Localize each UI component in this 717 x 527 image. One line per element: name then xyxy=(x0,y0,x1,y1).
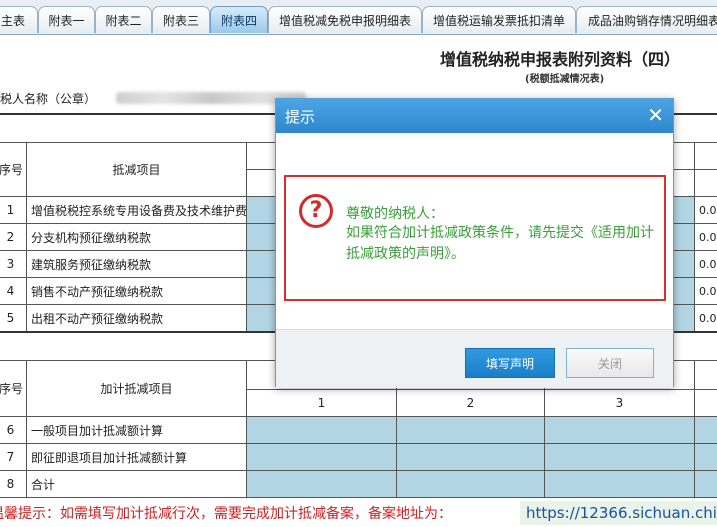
fill-declaration-button[interactable]: 填写声明 xyxy=(465,348,555,378)
tab-annex-2[interactable]: 附表二 xyxy=(95,6,152,33)
prompt-dialog: 提示 ✕ ? 尊敬的纳税人： 如果符合加计抵减政策条件，请先提交《适用加计抵减政… xyxy=(275,98,674,388)
table-row: 6 一般项目加计抵减额计算 xyxy=(0,416,717,444)
tab-oil-purchase-sales[interactable]: 成品油购销存情况明细表 xyxy=(576,6,717,33)
dialog-footer: 填写声明 关闭 xyxy=(276,329,673,388)
close-icon[interactable]: ✕ xyxy=(647,104,664,126)
dialog-title: 提示 xyxy=(285,107,316,126)
tab-bar: 主表 附表一 附表二 附表三 附表四 增值税减免税申报明细表 增值税运输发票抵扣… xyxy=(0,0,717,35)
row-seq: 3 xyxy=(0,250,27,278)
row-item: 分支机构预征缴纳税款 xyxy=(26,223,247,251)
row-seq: 5 xyxy=(0,304,27,332)
row-seq: 7 xyxy=(0,443,27,471)
taxpayer-name-label: 纳税人名称（公章） xyxy=(0,92,97,106)
message-text: 如果符合加计抵减政策条件，请先提交《适用加计抵减政策的声明》。 xyxy=(346,225,654,262)
tab-annex-1[interactable]: 附表一 xyxy=(38,6,95,33)
header-additional-item: 加计抵减项目 xyxy=(26,360,247,417)
message-greeting: 尊敬的纳税人： xyxy=(346,206,444,222)
row-item: 建筑服务预征缴纳税款 xyxy=(26,250,247,278)
row-value: 0.00 xyxy=(694,250,717,278)
column-number: 2 xyxy=(396,389,545,417)
row-item: 一般项目加计抵减额计算 xyxy=(26,416,247,444)
document-subtitle: (税额抵减情况表) xyxy=(525,74,605,85)
document-title: 增值税纳税申报表附列资料（四） xyxy=(440,50,681,69)
header-deduction-item: 抵减项目 xyxy=(26,142,247,197)
column-number: 1 xyxy=(246,389,397,417)
question-icon: ? xyxy=(299,194,333,228)
close-button[interactable]: 关闭 xyxy=(566,348,654,378)
row-item: 合计 xyxy=(26,470,247,498)
row-value: 0.00 xyxy=(694,277,717,305)
table-row: 7 即征即退项目加计抵减额计算 xyxy=(0,443,717,471)
row-seq: 2 xyxy=(0,223,27,251)
table-row: 8 合计 xyxy=(0,470,717,498)
row-seq: 4 xyxy=(0,277,27,305)
filing-notice: 温馨提示：如需填写加计抵减行次，需要完成加计抵减备案，备案地址为： xyxy=(0,506,452,522)
row-item: 出租不动产预征缴纳税款 xyxy=(26,304,247,332)
header-seq: 序号 xyxy=(0,142,27,197)
header-seq: 序号 xyxy=(0,360,27,417)
row-value: 0.00 xyxy=(694,304,717,332)
row-item: 销售不动产预征缴纳税款 xyxy=(26,277,247,305)
row-value: 0.00 xyxy=(694,196,717,224)
dialog-header: 提示 ✕ xyxy=(276,99,673,133)
column-number: 3 xyxy=(544,389,695,417)
row-seq: 1 xyxy=(0,196,27,224)
tab-vat-reduction-detail[interactable]: 增值税减免税申报明细表 xyxy=(268,6,422,33)
row-item: 增值税税控系统专用设备费及技术维护费 xyxy=(26,196,247,224)
tab-annex-4[interactable]: 附表四 xyxy=(210,6,268,33)
message-box: ? 尊敬的纳税人： 如果符合加计抵减政策条件，请先提交《适用加计抵减政策的声明》… xyxy=(284,175,666,301)
tab-vat-transport-invoice[interactable]: 增值税运输发票抵扣清单 xyxy=(422,6,576,33)
filing-url-link[interactable]: https://12366.sichuan.chinatax.gov.cn xyxy=(520,501,717,525)
tab-main[interactable]: 主表 xyxy=(0,6,38,33)
row-value: 0.00 xyxy=(694,223,717,251)
row-item: 即征即退项目加计抵减额计算 xyxy=(26,443,247,471)
row-seq: 8 xyxy=(0,470,27,498)
tab-annex-3[interactable]: 附表三 xyxy=(152,6,210,33)
row-seq: 6 xyxy=(0,416,27,444)
